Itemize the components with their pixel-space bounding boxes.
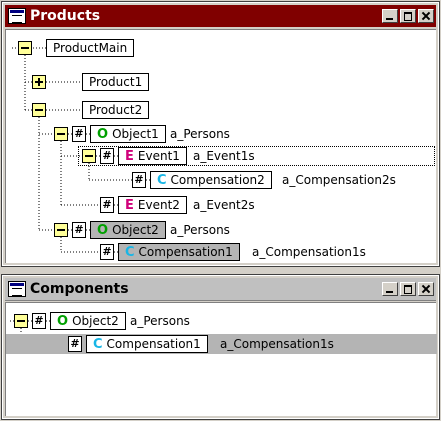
minimize-icon[interactable] [382, 9, 398, 23]
tree-node-object2[interactable]: O Object2 [50, 312, 126, 330]
hash-icon[interactable]: # [100, 197, 114, 213]
tree-node-attribute: a_Compensation2s [282, 173, 396, 187]
products-window: Products ProductMain Product1 Product2 #… [1, 1, 440, 267]
tree-node-label: Object1 [112, 127, 159, 141]
tree-node-label: Compensation1 [138, 245, 233, 259]
expand-minus-icon[interactable] [18, 41, 32, 55]
hash-icon[interactable]: # [72, 126, 86, 142]
close-icon[interactable] [418, 282, 434, 296]
compensation-type-icon: C [125, 245, 135, 260]
components-tree[interactable]: # O Object2 a_Persons # C Compensation1 a_… [5, 302, 437, 416]
compensation-type-icon: C [93, 337, 103, 352]
tree-node-label: Object2 [72, 314, 119, 328]
tree-node-attribute: a_Event2s [193, 198, 255, 212]
tree-node-compensation1[interactable]: C Compensation1 [86, 335, 208, 353]
tree-node-event2[interactable]: E Event2 [118, 196, 187, 214]
minimize-icon[interactable] [382, 282, 398, 296]
hash-icon[interactable]: # [68, 336, 82, 352]
tree-node-label: Object2 [112, 223, 159, 237]
tree-node-attribute: a_Persons [170, 127, 230, 141]
products-titlebar[interactable]: Products [5, 5, 436, 27]
tree-node-product1[interactable]: Product1 [82, 73, 150, 91]
tree-node-productmain[interactable]: ProductMain [46, 39, 135, 57]
products-tree[interactable]: ProductMain Product1 Product2 # O Object1… [5, 29, 436, 263]
components-titlebar[interactable]: Components [5, 278, 436, 301]
tree-node-compensation2[interactable]: C Compensation2 [150, 171, 272, 189]
window-controls [380, 282, 434, 296]
event-type-icon: E [125, 198, 134, 213]
tree-node-attribute: a_Persons [130, 314, 190, 328]
tree-node-object1[interactable]: O Object1 [90, 125, 166, 143]
expand-plus-icon[interactable] [32, 75, 46, 89]
window-controls [380, 9, 434, 23]
tree-node-label: Event2 [137, 198, 180, 212]
tree-node-compensation1[interactable]: C Compensation1 [118, 243, 240, 261]
object-type-icon: O [97, 223, 109, 238]
app-window-icon[interactable] [8, 281, 26, 297]
maximize-icon[interactable] [400, 282, 416, 296]
expand-minus-icon[interactable] [14, 314, 28, 328]
hash-icon[interactable]: # [100, 244, 114, 260]
tree-node-label: Compensation2 [170, 173, 265, 187]
maximize-icon[interactable] [400, 9, 416, 23]
event-type-icon: E [125, 149, 134, 164]
object-type-icon: O [97, 127, 109, 142]
hash-icon[interactable]: # [100, 148, 114, 164]
tree-node-object2[interactable]: O Object2 [90, 221, 166, 239]
components-window: Components # O Object2 a_Persons # C Compe… [1, 274, 440, 420]
hash-icon[interactable]: # [32, 313, 46, 329]
close-icon[interactable] [418, 9, 434, 23]
tree-node-attribute: a_Persons [170, 223, 230, 237]
expand-minus-icon[interactable] [32, 103, 46, 117]
hash-icon[interactable]: # [132, 172, 146, 188]
expand-minus-icon[interactable] [54, 127, 68, 141]
tree-node-attribute: a_Compensation1s [252, 245, 366, 259]
tree-node-event1[interactable]: E Event1 [118, 147, 187, 165]
tree-node-label: Compensation1 [106, 337, 201, 351]
hash-icon[interactable]: # [72, 222, 86, 238]
object-type-icon: O [57, 314, 69, 329]
products-title: Products [30, 8, 101, 24]
components-title: Components [30, 281, 129, 297]
tree-node-attribute: a_Event1s [193, 149, 255, 163]
tree-node-label: Event1 [137, 149, 180, 163]
compensation-type-icon: C [157, 173, 167, 188]
app-window-icon[interactable] [8, 8, 26, 24]
tree-node-product2[interactable]: Product2 [82, 101, 150, 119]
expand-minus-icon[interactable] [82, 149, 96, 163]
tree-node-attribute: a_Compensation1s [220, 337, 334, 351]
expand-minus-icon[interactable] [54, 223, 68, 237]
